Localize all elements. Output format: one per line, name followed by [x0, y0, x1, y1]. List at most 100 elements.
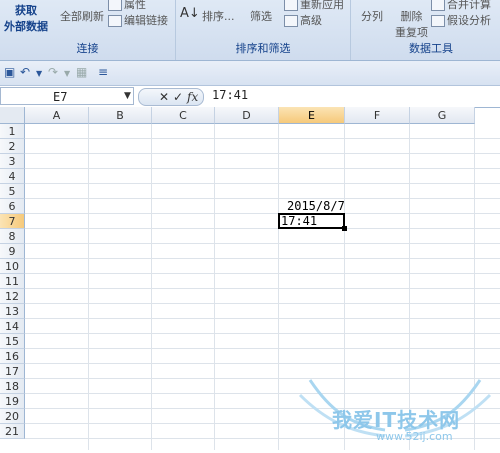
- reapply-button[interactable]: 重新应用: [284, 0, 344, 12]
- gridline: [25, 423, 500, 424]
- gridline: [25, 318, 500, 319]
- save-icon[interactable]: ▣: [4, 65, 15, 79]
- consolidate-icon: [431, 0, 445, 11]
- row-header-8[interactable]: 8: [0, 229, 25, 244]
- what-if-analysis-button[interactable]: 假设分析: [431, 12, 491, 28]
- formula-input[interactable]: 17:41: [212, 88, 248, 102]
- fill-handle[interactable]: [342, 226, 347, 231]
- group-sort-filter: A↓ 排序... 筛选 重新应用 高级 排序和筛选: [176, 0, 351, 60]
- gridline: [344, 124, 345, 450]
- gridline: [25, 288, 500, 289]
- filter-button[interactable]: 筛选: [250, 8, 272, 24]
- what-if-icon: [431, 15, 445, 27]
- advanced-button[interactable]: 高级: [284, 12, 322, 28]
- gridline: [25, 258, 500, 259]
- customize-toolbar-icon[interactable]: ≡: [98, 65, 108, 79]
- column-header-f[interactable]: F: [345, 107, 410, 124]
- row-header-9[interactable]: 9: [0, 244, 25, 259]
- group-label-sort-filter: 排序和筛选: [235, 42, 291, 55]
- name-box-dropdown-icon[interactable]: ▼: [124, 91, 131, 101]
- gridline: [409, 124, 410, 450]
- column-header-e[interactable]: E: [279, 107, 345, 124]
- edit-links-button[interactable]: 编辑链接: [108, 12, 168, 28]
- row-header-14[interactable]: 14: [0, 319, 25, 334]
- spreadsheet-grid[interactable]: A B C D E F G 1 2 3 4 5 6 7 8 9 10 11 12 13 14 15 16 17 18 19 20 21…: [0, 107, 500, 450]
- gridline: [25, 378, 500, 379]
- sort-button[interactable]: 排序...: [202, 8, 235, 24]
- group-connections: 获取 外部数据 全部刷新 属性 编辑链接 连接: [0, 0, 176, 60]
- gridline: [25, 183, 500, 184]
- row-header-13[interactable]: 13: [0, 304, 25, 319]
- gridline: [25, 303, 500, 304]
- text-to-columns-button[interactable]: 分列: [361, 8, 383, 24]
- quick-access-toolbar: ▣ ↶ ▼ ↷ ▼ ▦ ≡: [0, 61, 500, 86]
- row-header-6[interactable]: 6: [0, 199, 25, 214]
- gridline: [25, 363, 500, 364]
- name-box[interactable]: E7: [0, 87, 134, 105]
- formula-bar: E7 ▼ ✕ ✓ fx 17:41: [0, 86, 500, 108]
- column-header-g[interactable]: G: [410, 107, 475, 124]
- format-painter-icon[interactable]: ▦: [76, 65, 87, 79]
- gridline: [25, 138, 500, 139]
- gridline: [25, 243, 500, 244]
- cell-e6[interactable]: 2015/8/7: [287, 199, 345, 213]
- ribbon: 获取 外部数据 全部刷新 属性 编辑链接 连接 A↓ 排序... 筛选 重新应用…: [0, 0, 500, 61]
- gridline: [25, 438, 500, 439]
- column-header-a[interactable]: A: [25, 107, 89, 124]
- row-header-5[interactable]: 5: [0, 184, 25, 199]
- group-data-tools: 分列 删除 重复项 合并计算 假设分析 数据工具: [351, 0, 500, 60]
- undo-icon[interactable]: ↶: [20, 65, 30, 79]
- row-header-1[interactable]: 1: [0, 124, 25, 139]
- column-header-d[interactable]: D: [215, 107, 279, 124]
- link-icon: [108, 15, 122, 27]
- formula-buttons: ✕ ✓ fx: [138, 88, 204, 106]
- redo-icon[interactable]: ↷: [48, 65, 58, 79]
- properties-button[interactable]: 属性: [108, 0, 146, 12]
- remove-duplicates-button[interactable]: 删除 重复项: [395, 8, 428, 40]
- gridline: [214, 124, 215, 450]
- row-header-11[interactable]: 11: [0, 274, 25, 289]
- reapply-icon: [284, 0, 298, 11]
- gridline: [25, 153, 500, 154]
- row-header-2[interactable]: 2: [0, 139, 25, 154]
- sort-az-icon[interactable]: A↓: [180, 6, 200, 21]
- row-header-4[interactable]: 4: [0, 169, 25, 184]
- enter-icon[interactable]: ✓: [173, 90, 183, 104]
- gridline: [25, 213, 500, 214]
- gridline: [25, 408, 500, 409]
- group-label-data-tools: 数据工具: [409, 42, 453, 55]
- cancel-icon[interactable]: ✕: [159, 90, 169, 104]
- gridline: [25, 348, 500, 349]
- gridline: [88, 124, 89, 450]
- active-cell-selection: [278, 213, 345, 229]
- row-header-21[interactable]: 21: [0, 424, 25, 439]
- gridline: [474, 124, 475, 450]
- column-header-c[interactable]: C: [152, 107, 215, 124]
- row-header-16[interactable]: 16: [0, 349, 25, 364]
- row-header-18[interactable]: 18: [0, 379, 25, 394]
- row-header-10[interactable]: 10: [0, 259, 25, 274]
- gridline: [25, 273, 500, 274]
- insert-function-icon[interactable]: fx: [187, 90, 198, 104]
- group-label-connections: 连接: [76, 42, 99, 55]
- row-header-12[interactable]: 12: [0, 289, 25, 304]
- row-header-17[interactable]: 17: [0, 364, 25, 379]
- gridline: [25, 228, 500, 229]
- row-header-19[interactable]: 19: [0, 394, 25, 409]
- properties-icon: [108, 0, 122, 11]
- row-header-20[interactable]: 20: [0, 409, 25, 424]
- refresh-all-button[interactable]: 全部刷新: [60, 8, 104, 24]
- gridline: [25, 333, 500, 334]
- consolidate-button[interactable]: 合并计算: [431, 0, 491, 12]
- select-all-corner[interactable]: [0, 107, 25, 124]
- gridline: [151, 124, 152, 450]
- column-header-b[interactable]: B: [89, 107, 152, 124]
- gridline: [25, 393, 500, 394]
- get-external-data-button[interactable]: 获取 外部数据: [4, 2, 48, 34]
- row-header-15[interactable]: 15: [0, 334, 25, 349]
- row-header-7[interactable]: 7: [0, 214, 25, 229]
- row-header-3[interactable]: 3: [0, 154, 25, 169]
- undo-dropdown-icon[interactable]: ▼: [36, 69, 42, 78]
- advanced-filter-icon: [284, 15, 298, 27]
- redo-dropdown-icon[interactable]: ▼: [64, 69, 70, 78]
